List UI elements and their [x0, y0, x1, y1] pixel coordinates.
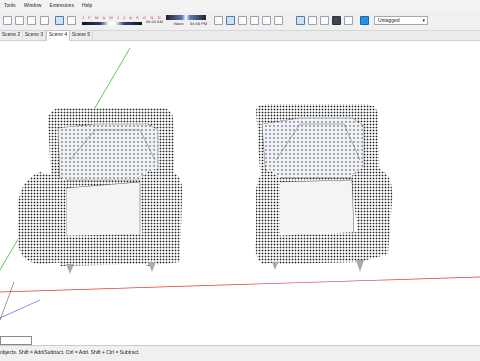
tab-scene-2[interactable]: Scene 2: [0, 31, 23, 40]
monochrome-icon[interactable]: [360, 16, 369, 25]
hidden-line-icon[interactable]: [320, 16, 329, 25]
tab-scene-4[interactable]: Scene 4: [46, 30, 70, 41]
back-view-icon[interactable]: [274, 16, 283, 25]
tag-select-value: Untagged: [378, 18, 400, 24]
select-icon[interactable]: [3, 16, 12, 25]
tab-scene-3[interactable]: Scene 3: [23, 31, 46, 40]
menu-window[interactable]: Window: [20, 0, 46, 12]
undo-icon[interactable]: [15, 16, 24, 25]
blue-axis: [0, 299, 41, 319]
red-axis: [0, 276, 480, 293]
toolbar: J F M A M J J A S O N D 06:43 AM Noon 04…: [0, 12, 480, 31]
armchair-right-arm-left: [255, 170, 280, 264]
front-view-icon[interactable]: [250, 16, 259, 25]
armchair-left-arm-left: [18, 172, 66, 264]
armchair-right-back-panel: [261, 117, 365, 179]
armchair-right-front: [270, 232, 360, 264]
shadow-month-strip[interactable]: J F M A M J J A S O N D: [82, 15, 161, 21]
armchair-left-leg: [148, 262, 156, 272]
axis-guide: [0, 281, 15, 321]
shadow-time-end: 04:45 PM: [190, 21, 208, 26]
shadow-time-slider[interactable]: [166, 15, 206, 20]
armchair-left-seat: [65, 181, 141, 241]
shadow-noon-label: Noon: [174, 21, 184, 26]
redo-icon[interactable]: [27, 16, 36, 25]
armchair-left-back-panel: [57, 123, 159, 181]
scene-tabs: Scene 2 Scene 3 Scene 4 Scene 5: [0, 30, 480, 41]
menu-bar: Tools Window Extensions Help: [0, 0, 480, 12]
tag-select[interactable]: Untagged ▾: [374, 16, 428, 25]
compass-icon[interactable]: [67, 16, 76, 25]
status-text: objects. Shift = Add/Subtract. Ctrl = Ad…: [0, 350, 140, 356]
armchair-left-front: [54, 234, 146, 266]
armchair-right-seat: [277, 179, 355, 239]
xray-icon[interactable]: [296, 16, 305, 25]
menu-extensions[interactable]: Extensions: [45, 0, 77, 12]
menu-help[interactable]: Help: [78, 0, 96, 12]
armchair-left-arm-right: [140, 169, 183, 266]
shadow-date-slider[interactable]: [82, 22, 142, 25]
measurements-box[interactable]: [0, 336, 32, 345]
zoom-icon[interactable]: [214, 16, 223, 25]
menu-tools[interactable]: Tools: [0, 0, 20, 12]
armchair-right-leg: [356, 260, 364, 272]
model-viewport[interactable]: [0, 41, 480, 345]
shadow-time-start: 06:43 AM: [146, 19, 163, 24]
status-bar: objects. Shift = Add/Subtract. Ctrl = Ad…: [0, 345, 480, 361]
armchair-right-leg: [272, 262, 278, 270]
chevron-down-icon: ▾: [422, 18, 425, 24]
wireframe-icon[interactable]: [308, 16, 317, 25]
camera-icon[interactable]: [55, 16, 64, 25]
armchair-left-leg: [66, 264, 74, 274]
tab-scene-5[interactable]: Scene 5: [70, 31, 93, 40]
top-view-icon[interactable]: [238, 16, 247, 25]
iso-view-icon[interactable]: [226, 16, 235, 25]
armchair-right[interactable]: [255, 104, 393, 272]
right-view-icon[interactable]: [262, 16, 271, 25]
shaded-texture-icon[interactable]: [344, 16, 353, 25]
shaded-icon[interactable]: [332, 16, 341, 25]
armchair-left[interactable]: [18, 108, 183, 274]
print-icon[interactable]: [40, 16, 49, 25]
